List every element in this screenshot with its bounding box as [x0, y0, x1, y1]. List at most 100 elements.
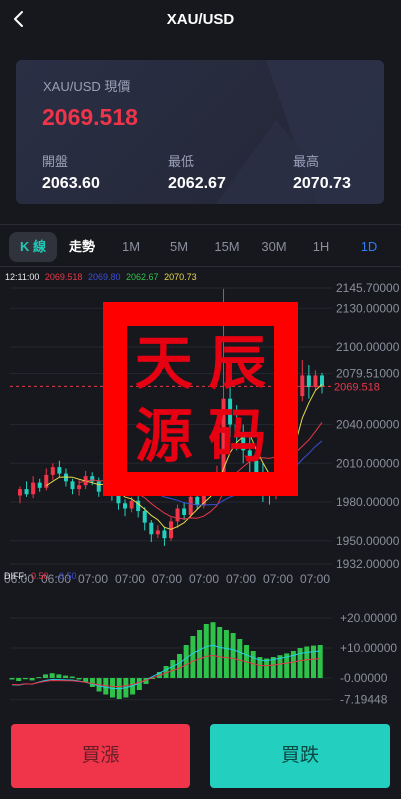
- diff-value: -0.50: [56, 571, 77, 581]
- macd-bar: [190, 636, 196, 678]
- candle-body: [123, 503, 128, 509]
- macd-bar: [170, 660, 176, 678]
- macd-bar: [217, 627, 223, 678]
- buy-down-button[interactable]: 買跌: [210, 724, 390, 788]
- header: XAU/USD: [0, 0, 401, 40]
- x-axis-label: 07:00: [300, 572, 330, 586]
- macd-axis-label: +20.00000: [340, 611, 397, 625]
- macd-bar: [16, 678, 22, 681]
- y-axis-label: 1980.00000: [336, 495, 400, 509]
- x-axis-label: 07:00: [78, 572, 108, 586]
- candle-body: [313, 375, 318, 388]
- stat-low: 最低 2062.67: [168, 151, 226, 193]
- candle-body: [300, 375, 305, 397]
- tab-1h[interactable]: 1H: [306, 232, 336, 262]
- macd-bar: [311, 645, 316, 678]
- y-axis-label: 2079.51000: [336, 366, 400, 380]
- y-axis-label: 1950.00000: [336, 534, 400, 548]
- y-axis-label: 2040.00000: [336, 418, 400, 432]
- macd-bar: [9, 678, 15, 680]
- macd-bar: [56, 674, 62, 678]
- macd-bar: [183, 645, 189, 678]
- stat-high-value: 2070.73: [293, 175, 351, 192]
- macd-bar: [63, 675, 69, 678]
- macd-bar: [76, 678, 82, 680]
- candle-body: [50, 467, 55, 475]
- candle-body: [129, 500, 134, 509]
- candle-body: [44, 474, 49, 488]
- candle-body: [31, 482, 36, 495]
- macd-bar: [210, 622, 216, 678]
- candle-body: [57, 467, 62, 474]
- diff-value: 0.50: [31, 571, 49, 581]
- macd-bar: [89, 678, 95, 687]
- macd-bar: [36, 677, 42, 679]
- tab-1m[interactable]: 1M: [114, 232, 148, 262]
- macd-axis-label: -0.00000: [340, 671, 388, 685]
- diff-label: DIFF:: [4, 571, 27, 581]
- macd-bar: [29, 678, 35, 681]
- buy-up-button[interactable]: 買漲: [11, 724, 190, 788]
- macd-bar: [69, 676, 75, 678]
- tab-5m[interactable]: 5M: [161, 232, 197, 262]
- macd-axis-label: -7.19448: [340, 693, 388, 707]
- candle-body: [70, 481, 75, 490]
- stamp-char: 源: [134, 401, 193, 470]
- candle-body: [175, 508, 180, 522]
- macd-axis-label: +10.00000: [340, 641, 397, 655]
- candle-body: [37, 482, 42, 488]
- stat-high-label: 最高: [293, 154, 320, 169]
- candle-body: [188, 496, 193, 515]
- macd-bar: [304, 646, 310, 678]
- macd-bar: [237, 639, 243, 678]
- macd-bar: [203, 624, 209, 678]
- current-price: 2069.518: [42, 104, 138, 130]
- page-title: XAU/USD: [166, 11, 235, 28]
- stat-open: 開盤 2063.60: [42, 151, 100, 193]
- candle-body: [77, 485, 82, 490]
- stat-high: 最高 2070.73: [293, 151, 351, 193]
- y-axis-label: 1932.00000: [336, 557, 400, 571]
- macd-bar: [223, 630, 229, 678]
- watermark-stamp: 天 辰 源 码: [103, 302, 298, 496]
- macd-bar: [43, 674, 48, 678]
- tab-trend[interactable]: 走勢: [62, 232, 102, 262]
- stat-low-value: 2062.67: [168, 175, 226, 192]
- price-card: XAU/USD 現價 2069.518 開盤 2063.60 最低 2062.6…: [16, 60, 384, 204]
- interval-tabs: K 線 走勢 1M 5M 15M 30M 1H 1D: [0, 232, 401, 264]
- stat-low-label: 最低: [168, 154, 195, 169]
- divider: [0, 224, 401, 225]
- stamp-char: 码: [208, 401, 267, 470]
- candle-body: [182, 508, 187, 515]
- tab-15m[interactable]: 15M: [208, 232, 246, 262]
- x-axis-label: 07:00: [226, 572, 256, 586]
- x-axis-label: 07:00: [189, 572, 219, 586]
- candle-body: [116, 495, 121, 504]
- divider: [0, 266, 401, 267]
- y-axis-label: 2130.00000: [336, 301, 400, 315]
- tab-1d[interactable]: 1D: [354, 232, 384, 262]
- candle-body: [162, 530, 167, 539]
- candle-body: [96, 481, 101, 492]
- current-price-label: 2069.518: [334, 381, 380, 393]
- macd-bar: [177, 654, 182, 678]
- tab-kline[interactable]: K 線: [9, 232, 57, 262]
- x-axis-label: 07:00: [115, 572, 145, 586]
- macd-bar: [197, 630, 203, 678]
- candle-body: [24, 489, 29, 495]
- candle-body: [195, 496, 200, 505]
- macd-bar: [297, 648, 303, 678]
- y-axis-label: 2100.00000: [336, 340, 400, 354]
- candle-body: [18, 489, 22, 496]
- stat-open-value: 2063.60: [42, 175, 100, 192]
- y-axis-label: 2010.00000: [336, 456, 400, 470]
- stat-open-label: 開盤: [42, 154, 69, 169]
- macd-bar: [264, 658, 270, 678]
- macd-bar: [230, 633, 236, 678]
- tab-30m[interactable]: 30M: [254, 232, 294, 262]
- stamp-char: 辰: [208, 328, 267, 397]
- macd-bar: [317, 645, 323, 678]
- stamp-char: 天: [134, 328, 193, 397]
- price-label: XAU/USD 現價: [43, 79, 131, 94]
- candle-body: [142, 511, 147, 523]
